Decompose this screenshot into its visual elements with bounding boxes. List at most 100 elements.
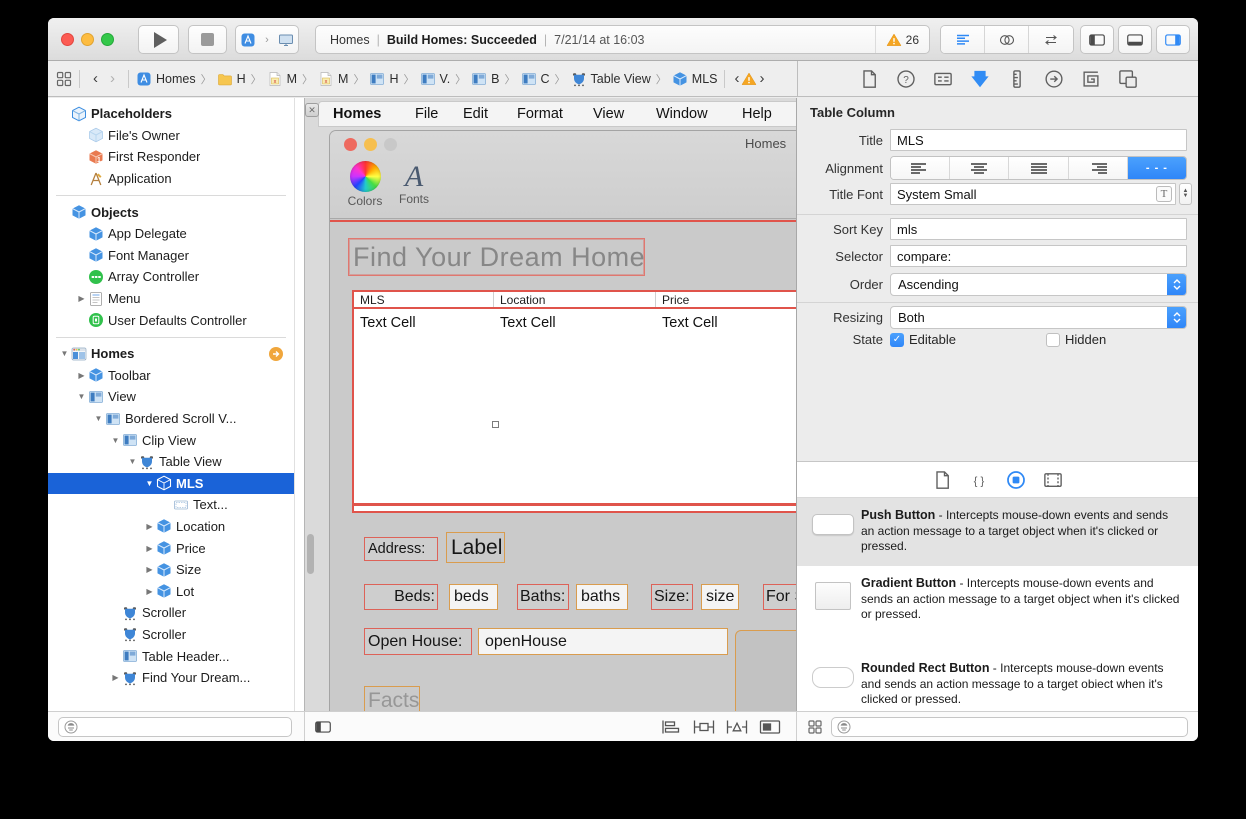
outline-item-app-delegate[interactable]: App Delegate [48,223,294,245]
side-panel-box[interactable] [735,630,797,711]
library-tab-objects[interactable] [1006,470,1026,490]
outline-item-placeholders[interactable]: Placeholders [48,103,294,125]
breadcrumb-b[interactable]: B [471,71,499,87]
inspector-tab-quick-help[interactable]: ? [896,69,916,89]
go-back-button[interactable]: ‹ [87,70,104,87]
library-item-rounded-rect-button[interactable]: Rounded Rect Button - Intercepts mouse-d… [797,651,1198,711]
forsale-label[interactable]: For S [763,584,797,610]
selection-handle[interactable] [492,421,499,428]
breadcrumb-h[interactable]: H [217,71,246,87]
outline-item-homes[interactable]: ▼Homes [48,343,294,365]
align-center-segment[interactable] [950,157,1009,179]
design-menu-edit[interactable]: Edit [463,106,488,122]
baths-field[interactable]: baths [576,584,628,610]
design-menu-window[interactable]: Window [656,106,708,122]
disclosure-triangle-icon[interactable]: ▼ [58,349,71,358]
breadcrumb-v-[interactable]: V. [420,71,451,87]
disclosure-triangle-icon[interactable]: ▶ [75,371,88,380]
toggle-outline-icon[interactable] [315,719,331,735]
toggle-navigator-button[interactable] [1080,25,1114,54]
run-button[interactable] [138,25,179,54]
selector-field[interactable]: compare: [890,245,1187,267]
library-item-push-button[interactable]: Push Button - Intercepts mouse-down even… [797,498,1198,566]
design-menu-file[interactable]: File [415,106,438,122]
minimize-button[interactable] [81,33,94,46]
facts-label[interactable]: Facts [364,686,420,711]
library-filter-field[interactable] [831,717,1188,737]
outline-item-table-header-[interactable]: Table Header... [48,645,294,667]
canvas-vertical-scroller[interactable] [307,534,314,574]
inspector-tab-attributes[interactable] [970,69,990,89]
embed-button[interactable] [758,719,782,735]
breadcrumb-m[interactable]: xM [318,71,348,87]
design-window[interactable]: Homes Colors A Fonts Find Your Dream Hom… [330,131,797,711]
zoom-button[interactable] [101,33,114,46]
disclosure-triangle-icon[interactable]: ▼ [75,392,88,401]
font-panel-icon[interactable]: T [1156,186,1172,202]
previous-issue-button[interactable]: ‹ [732,70,741,87]
library-grid-icon[interactable] [807,719,823,735]
outline-filter-field[interactable] [58,717,292,737]
title-field[interactable]: MLS [890,129,1187,151]
menu-editor-close-icon[interactable]: ✕ [305,103,319,117]
inspector-tab-view-effects[interactable] [1118,69,1138,89]
hidden-checkbox[interactable] [1046,333,1060,347]
table-cell[interactable]: Text Cell [656,315,718,331]
outline-item-text-[interactable]: Text... [48,494,294,516]
address-value-label[interactable]: Label [446,532,505,563]
openhouse-field[interactable]: openHouse [478,628,728,655]
openhouse-label[interactable]: Open House: [364,628,472,655]
outline-item-file-s-owner[interactable]: File's Owner [48,125,294,147]
library-item-gradient-button[interactable]: Gradient Button - Intercepts mouse-down … [797,566,1198,651]
design-menu-view[interactable]: View [593,106,624,122]
library-tab-media[interactable] [1043,470,1063,490]
go-forward-button[interactable]: › [104,70,121,87]
disclosure-triangle-icon[interactable]: ▶ [75,294,88,303]
column-header-mls[interactable]: MLS [354,292,494,307]
outline-item-mls[interactable]: ▼MLS [48,473,295,495]
align-justified-segment[interactable] [1009,157,1068,179]
column-header-price[interactable]: Price [656,292,797,307]
design-table-header[interactable]: MLS Location Price [354,292,797,309]
next-issue-button[interactable]: › [757,70,766,87]
toggle-inspector-button[interactable] [1156,25,1190,54]
sort-key-field[interactable]: mls [890,218,1187,240]
heading-label[interactable]: Find Your Dream Home [348,238,645,276]
disclosure-triangle-icon[interactable]: ▼ [92,414,105,423]
outline-item-array-controller[interactable]: Array Controller [48,266,294,288]
breadcrumb-h[interactable]: H [369,71,398,87]
font-size-stepper[interactable]: ▲▼ [1179,183,1192,205]
outline-item-application[interactable]: Application [48,168,294,190]
outline-item-first-responder[interactable]: 1First Responder [48,146,294,168]
outline-item-bordered-scroll-v-[interactable]: ▼Bordered Scroll V... [48,408,294,430]
disclosure-triangle-icon[interactable]: ▶ [143,587,156,596]
inspector-tab-identity[interactable] [933,69,953,89]
align-left-segment[interactable] [891,157,950,179]
design-menu-homes[interactable]: Homes [333,106,381,122]
design-table-body[interactable]: Text Cell Text Cell Text Cell [354,309,797,506]
address-label[interactable]: Address: [364,537,438,561]
standard-editor-button[interactable] [941,26,985,53]
align-natural-segment[interactable]: - - - [1128,157,1186,179]
inspector-tab-connections[interactable] [1044,69,1064,89]
version-editor-button[interactable] [1029,26,1073,53]
library-tab-code-snippets[interactable]: { } [969,470,989,490]
baths-label[interactable]: Baths: [517,584,569,610]
breadcrumb-homes[interactable]: Homes [136,71,196,87]
colors-toolbar-item[interactable]: Colors [343,161,387,208]
stop-button[interactable] [188,25,227,54]
outline-item-scroller[interactable]: Scroller [48,602,294,624]
design-menu-help[interactable]: Help [742,106,772,122]
inspector-tab-file[interactable] [859,69,879,89]
disclosure-triangle-icon[interactable]: ▶ [109,673,122,682]
inspector-tab-bindings[interactable] [1081,69,1101,89]
breadcrumb-mls[interactable]: MLS [672,71,718,87]
table-cell[interactable]: Text Cell [354,315,494,331]
warning-count-button[interactable]: 26 [875,26,929,53]
outline-item-price[interactable]: ▶Price [48,537,294,559]
editable-checkbox[interactable]: ✓ [890,333,904,347]
size-field[interactable]: size [701,584,739,610]
close-button[interactable] [61,33,74,46]
outline-item-clip-view[interactable]: ▼Clip View [48,429,294,451]
disclosure-triangle-icon[interactable]: ▼ [109,436,122,445]
